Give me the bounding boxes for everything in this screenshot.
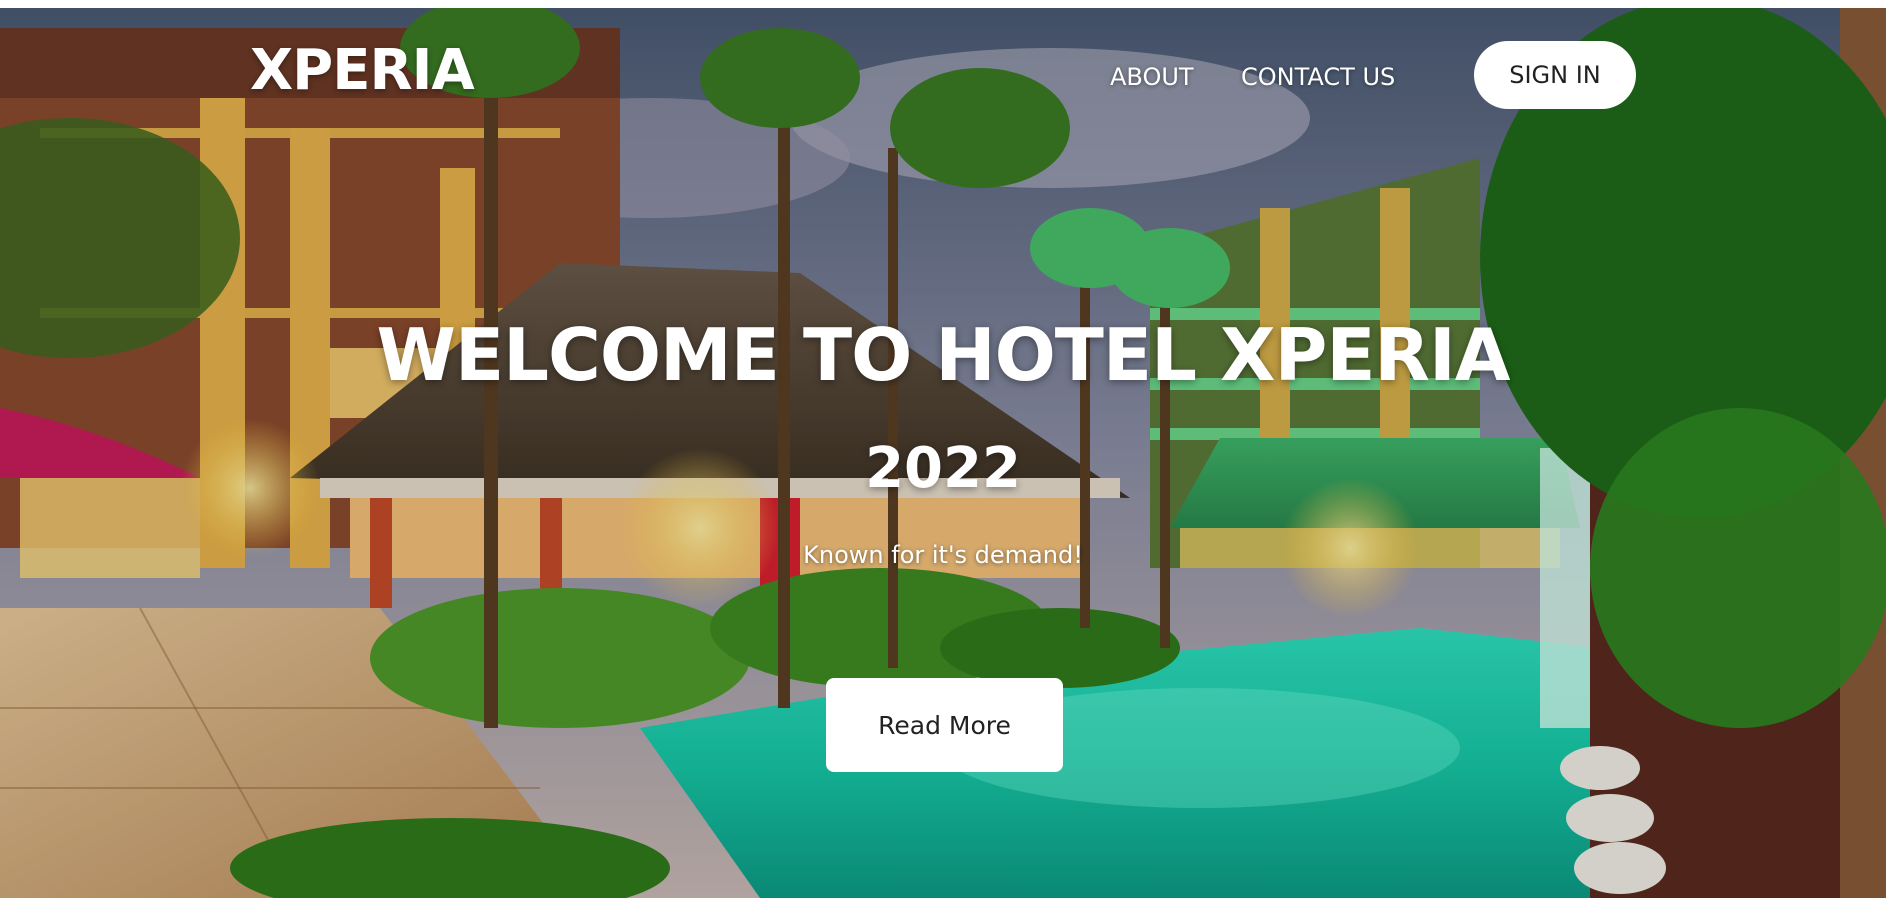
nav-contact-us-link[interactable]: CONTACT US: [1241, 63, 1395, 91]
hero-section: XPERIA ABOUT CONTACT US SIGN IN WELCOME …: [0, 8, 1886, 898]
nav-about-link[interactable]: ABOUT: [1110, 63, 1194, 91]
hero-year: 2022: [865, 436, 1021, 501]
hero-title: WELCOME TO HOTEL XPERIA: [376, 313, 1511, 397]
site-logo[interactable]: XPERIA: [250, 38, 475, 103]
sign-in-button[interactable]: SIGN IN: [1474, 41, 1636, 109]
read-more-button[interactable]: Read More: [826, 678, 1063, 772]
hero-tagline: Known for it's demand!: [803, 541, 1083, 569]
